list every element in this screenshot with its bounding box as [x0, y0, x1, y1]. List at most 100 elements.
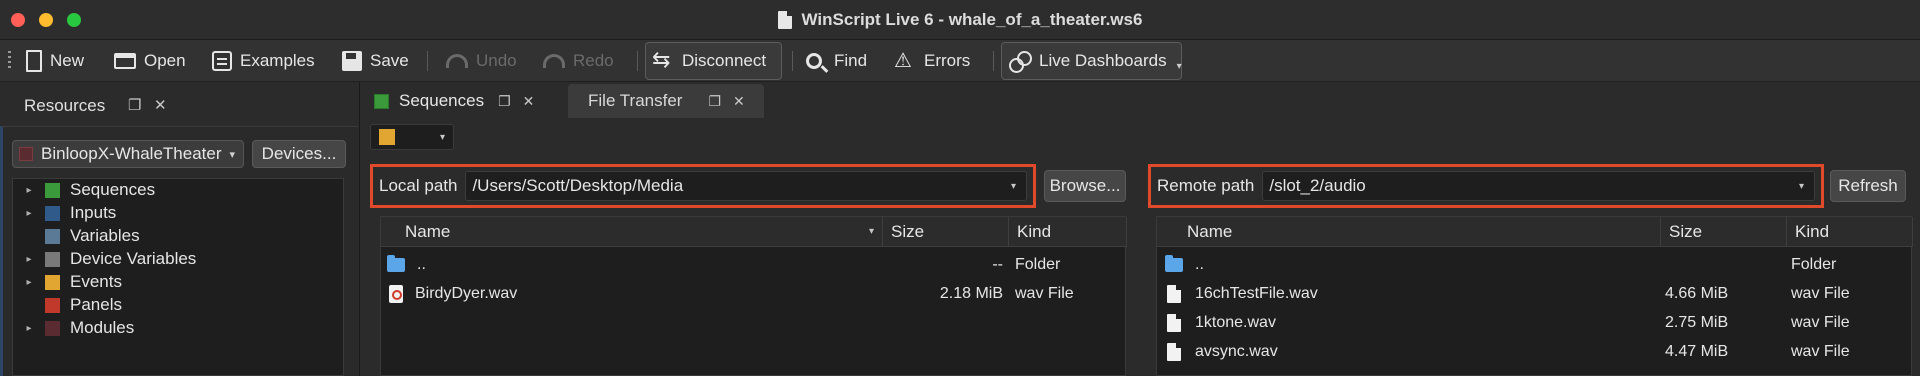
float-tab-icon[interactable]: ❐	[708, 93, 721, 110]
tree-item-inputs[interactable]: ▸ Inputs	[13, 202, 116, 224]
table-row[interactable]: 16chTestFile.wav 4.66 MiB wav File	[1157, 280, 1911, 308]
tree-item-variables[interactable]: Variables	[13, 225, 140, 247]
disconnect-icon	[652, 47, 674, 73]
table-row[interactable]: avsync.wav 4.47 MiB wav File	[1157, 338, 1911, 366]
column-header-label: Size	[1669, 221, 1703, 241]
file-kind: Folder	[1791, 256, 1837, 273]
remote-column-kind[interactable]: Kind	[1787, 217, 1913, 247]
file-name: 16chTestFile.wav	[1195, 285, 1318, 302]
file-name: 1ktone.wav	[1195, 314, 1276, 331]
toolbar-grip[interactable]	[8, 51, 11, 71]
name-cell: 1ktone.wav	[1167, 309, 1276, 337]
redo-label: Redo	[573, 51, 614, 70]
file-size: 2.18 MiB	[939, 285, 1003, 302]
close-tab-icon[interactable]: ✕	[523, 93, 535, 110]
find-button[interactable]: Find	[806, 46, 867, 76]
remote-path-label: Remote path	[1157, 176, 1255, 195]
size-cell: --	[883, 251, 1003, 279]
local-path-label: Local path	[379, 176, 458, 195]
devices-button[interactable]: Devices...	[252, 140, 346, 168]
kind-cell: Folder	[1791, 251, 1836, 279]
local-column-name[interactable]: Name ▾	[381, 217, 883, 247]
expand-arrow-icon[interactable]: ▸	[23, 254, 35, 265]
local-path-combobox[interactable]: /Users/Scott/Desktop/Media ▾	[465, 171, 1027, 201]
tree-item-modules[interactable]: ▸ Modules	[13, 317, 134, 339]
chevron-down-icon: ▾	[439, 131, 445, 143]
open-button[interactable]: Open	[114, 46, 186, 76]
table-row[interactable]: .. Folder	[1157, 251, 1911, 279]
device-variables-color-icon	[45, 251, 60, 267]
toolbar-separator	[792, 51, 793, 71]
tree-item-sequences[interactable]: ▸ Sequences	[13, 179, 155, 201]
tab-sequences[interactable]: Sequences ❐ ✕	[374, 84, 574, 118]
sequences-color-icon	[45, 182, 60, 198]
refresh-button[interactable]: Refresh	[1830, 170, 1906, 202]
disconnect-button[interactable]: Disconnect	[652, 46, 766, 76]
device-select[interactable]: BinloopX-WhaleTheater ▾	[12, 140, 244, 168]
file-name: ..	[417, 256, 426, 273]
inputs-color-icon	[45, 205, 60, 221]
live-dashboards-button[interactable]: Live Dashboards ▾	[1009, 46, 1182, 76]
kind-cell: wav File	[1791, 309, 1850, 337]
open-label: Open	[144, 51, 186, 70]
redo-button[interactable]: Redo	[543, 46, 614, 76]
column-header-label: Kind	[1795, 221, 1830, 241]
name-cell: ..	[387, 251, 426, 279]
examples-button[interactable]: Examples	[212, 46, 315, 76]
name-cell: 16chTestFile.wav	[1167, 280, 1318, 308]
tab-file-transfer[interactable]: File Transfer ❐ ✕	[568, 84, 764, 118]
audio-file-icon	[389, 285, 403, 303]
tree-item-events[interactable]: ▸ Events	[13, 271, 122, 293]
window-title-area: WinScript Live 6 - whale_of_a_theater.ws…	[0, 0, 1920, 40]
column-header-label: Size	[891, 221, 925, 241]
table-row[interactable]: BirdyDyer.wav 2.18 MiB wav File	[381, 280, 1125, 308]
new-button[interactable]: New	[26, 46, 84, 76]
table-row[interactable]: .. -- Folder	[381, 251, 1125, 279]
save-button[interactable]: Save	[342, 46, 409, 76]
file-size: 4.47 MiB	[1665, 343, 1729, 360]
warning-icon	[894, 48, 916, 73]
expand-arrow-icon[interactable]: ▸	[23, 323, 35, 334]
local-column-size[interactable]: Size	[883, 217, 1009, 247]
remote-path-combobox[interactable]: /slot_2/audio ▾	[1262, 171, 1815, 201]
tree-item-label: Inputs	[70, 203, 117, 222]
local-file-table: Name ▾ Size Kind .. -- Folder BirdyDyer.…	[380, 216, 1127, 376]
size-cell: 4.47 MiB	[1665, 338, 1728, 366]
undo-button[interactable]: Undo	[446, 46, 517, 76]
sort-indicator-icon: ▾	[868, 226, 874, 237]
expand-arrow-icon[interactable]: ▸	[23, 185, 35, 196]
color-select[interactable]: ▾	[370, 124, 454, 150]
panels-color-icon	[45, 297, 60, 313]
file-kind: wav File	[1791, 343, 1850, 360]
file-transfer-content: ▾ Local path /Users/Scott/Desktop/Media …	[362, 120, 1920, 376]
table-row[interactable]: 1ktone.wav 2.75 MiB wav File	[1157, 309, 1911, 337]
column-header-label: Name	[405, 221, 451, 241]
toolbar-separator	[637, 51, 638, 71]
tree-item-panels[interactable]: Panels	[13, 294, 122, 316]
save-label: Save	[370, 51, 409, 70]
kind-cell: wav File	[1015, 280, 1074, 308]
errors-button[interactable]: Errors	[894, 46, 970, 76]
tree-item-label: Events	[70, 272, 122, 291]
remote-column-size[interactable]: Size	[1661, 217, 1787, 247]
expand-arrow-icon[interactable]: ▸	[23, 208, 35, 219]
close-panel-icon[interactable]: ✕	[154, 96, 167, 114]
float-panel-icon[interactable]: ❐	[128, 96, 141, 114]
expand-arrow-icon[interactable]: ▸	[23, 277, 35, 288]
title-bar: WinScript Live 6 - whale_of_a_theater.ws…	[0, 0, 1920, 40]
remote-path-group: Remote path /slot_2/audio ▾	[1148, 164, 1824, 208]
float-tab-icon[interactable]: ❐	[498, 93, 511, 110]
file-name: avsync.wav	[1195, 343, 1278, 360]
file-size: --	[992, 256, 1003, 273]
examples-label: Examples	[240, 51, 315, 70]
close-tab-icon[interactable]: ✕	[733, 93, 745, 110]
local-column-kind[interactable]: Kind	[1009, 217, 1127, 247]
new-label: New	[50, 51, 85, 70]
tree-item-device-variables[interactable]: ▸ Device Variables	[13, 248, 196, 270]
file-name: BirdyDyer.wav	[415, 285, 518, 302]
browse-button[interactable]: Browse...	[1044, 170, 1126, 202]
file-icon	[1167, 285, 1181, 303]
name-cell: ..	[1165, 251, 1204, 279]
remote-path-value: /slot_2/audio	[1269, 176, 1366, 195]
remote-column-name[interactable]: Name	[1157, 217, 1661, 247]
